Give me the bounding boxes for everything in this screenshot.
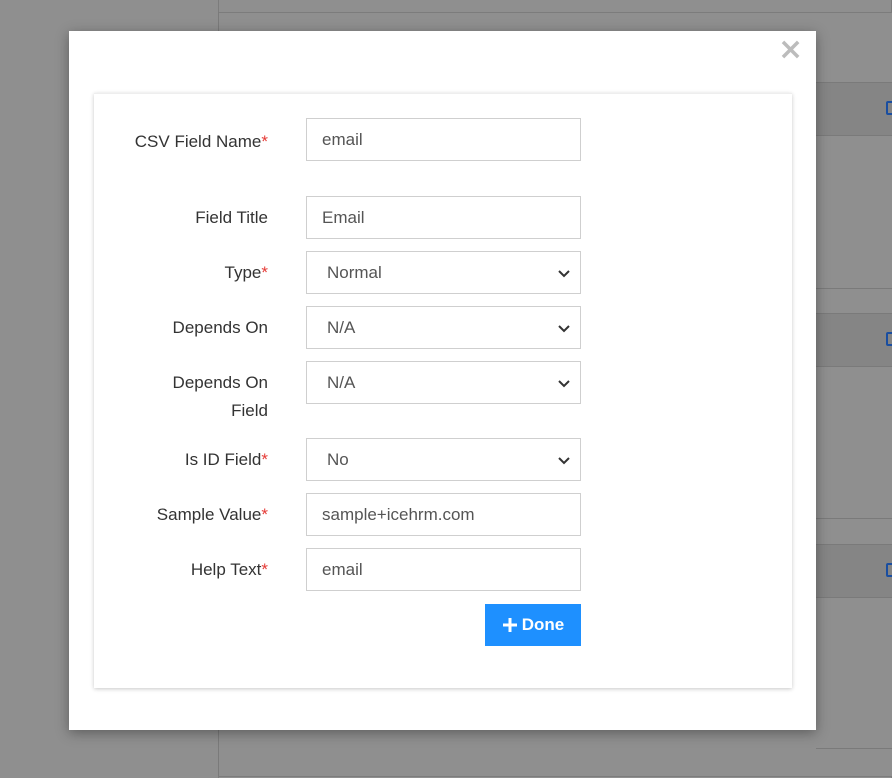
background-row-header <box>816 544 892 598</box>
background-row-header <box>816 313 892 367</box>
sample-value-input[interactable] <box>306 493 581 536</box>
chevron-down-icon <box>558 324 570 332</box>
depends-on-field-select-value: N/A <box>327 372 356 392</box>
field-title-input[interactable] <box>306 196 581 239</box>
is-id-field-select-value: No <box>327 449 349 469</box>
required-marker: * <box>261 560 268 579</box>
depends-on-select[interactable]: N/A <box>306 306 581 349</box>
sample-value-label: Sample Value* <box>118 501 268 529</box>
background-row-header <box>816 82 892 136</box>
field-title-label: Field Title <box>118 204 268 232</box>
done-button-label: Done <box>521 615 565 634</box>
depends-on-label: Depends On <box>118 314 268 342</box>
required-marker: * <box>261 132 268 151</box>
label-text: Depends On <box>172 318 268 337</box>
edit-icon <box>886 332 892 346</box>
chevron-down-icon <box>558 379 570 387</box>
label-text: Type <box>224 263 262 282</box>
label-text: Depends On Field <box>172 373 268 420</box>
edit-icon <box>886 563 892 577</box>
plus-icon <box>502 618 517 632</box>
required-marker: * <box>261 505 268 524</box>
type-select-value: Normal <box>327 262 382 282</box>
depends-on-field-label: Depends On Field <box>158 369 268 425</box>
label-text: Is ID Field <box>184 450 262 469</box>
done-button[interactable]: Done <box>485 604 581 646</box>
modal-dialog: × CSV Field Name* Field Title Type* Norm… <box>69 31 816 730</box>
type-label: Type* <box>118 259 268 287</box>
background-divider <box>816 288 892 289</box>
chevron-down-icon <box>558 269 570 277</box>
label-text: Help Text <box>190 560 262 579</box>
help-text-label: Help Text* <box>118 556 268 584</box>
help-text-input[interactable] <box>306 548 581 591</box>
label-text: CSV Field Name <box>134 132 262 151</box>
required-marker: * <box>261 450 268 469</box>
type-select[interactable]: Normal <box>306 251 581 294</box>
background-divider <box>816 518 892 519</box>
background-divider <box>816 748 892 749</box>
close-icon[interactable]: × <box>778 35 803 65</box>
csv-field-form: CSV Field Name* Field Title Type* Normal <box>94 93 792 688</box>
background-panel <box>218 0 892 13</box>
label-text: Sample Value <box>156 505 262 524</box>
csv-field-name-input[interactable] <box>306 118 581 161</box>
chevron-down-icon <box>558 456 570 464</box>
depends-on-field-select[interactable]: N/A <box>306 361 581 404</box>
depends-on-select-value: N/A <box>327 317 356 337</box>
is-id-field-label: Is ID Field* <box>118 446 268 474</box>
edit-icon <box>886 101 892 115</box>
csv-field-name-label: CSV Field Name* <box>118 128 268 156</box>
label-text: Field Title <box>195 208 268 227</box>
is-id-field-select[interactable]: No <box>306 438 581 481</box>
required-marker: * <box>261 263 268 282</box>
